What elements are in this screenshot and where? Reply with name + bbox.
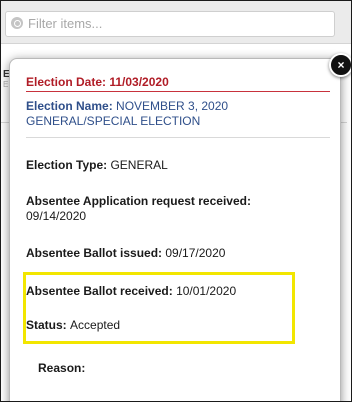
election-date: Election Date: 11/03/2020	[26, 75, 169, 90]
election-name-label: Election Name:	[26, 99, 117, 113]
absentee-application: Absentee Application request received: 0…	[26, 194, 326, 224]
ballot-issued: Absentee Ballot issued: 09/17/2020	[26, 246, 225, 261]
name-divider	[26, 137, 330, 138]
election-type-value: GENERAL	[110, 158, 168, 172]
ballot-issued-label: Absentee Ballot issued:	[26, 246, 166, 260]
reason: Reason:	[38, 361, 85, 376]
election-type-label: Election Type:	[26, 158, 111, 172]
filter-placeholder: Filter items...	[28, 16, 103, 31]
election-type: Election Type: GENERAL	[26, 158, 168, 173]
close-icon: ×	[337, 58, 345, 72]
date-divider	[26, 91, 330, 92]
absentee-application-label: Absentee Application request received:	[26, 194, 251, 208]
ballot-issued-value: 09/17/2020	[165, 246, 226, 260]
list-item-subletter: E	[3, 80, 9, 89]
highlight-box	[23, 272, 295, 344]
filter-input[interactable]: Filter items...	[5, 11, 335, 37]
reason-label: Reason:	[38, 361, 86, 375]
search-icon	[11, 17, 23, 29]
election-name: Election Name: NOVEMBER 3, 2020 GENERAL/…	[26, 99, 326, 129]
close-button[interactable]: ×	[329, 53, 351, 77]
election-date-value: 11/03/2020	[109, 75, 169, 89]
filter-bar: Filter items...	[1, 1, 351, 44]
app-frame: Filter items... E E › Election Date: 11/…	[0, 0, 352, 402]
election-date-label: Election Date:	[26, 75, 110, 89]
absentee-application-value: 09/14/2020	[26, 209, 87, 223]
